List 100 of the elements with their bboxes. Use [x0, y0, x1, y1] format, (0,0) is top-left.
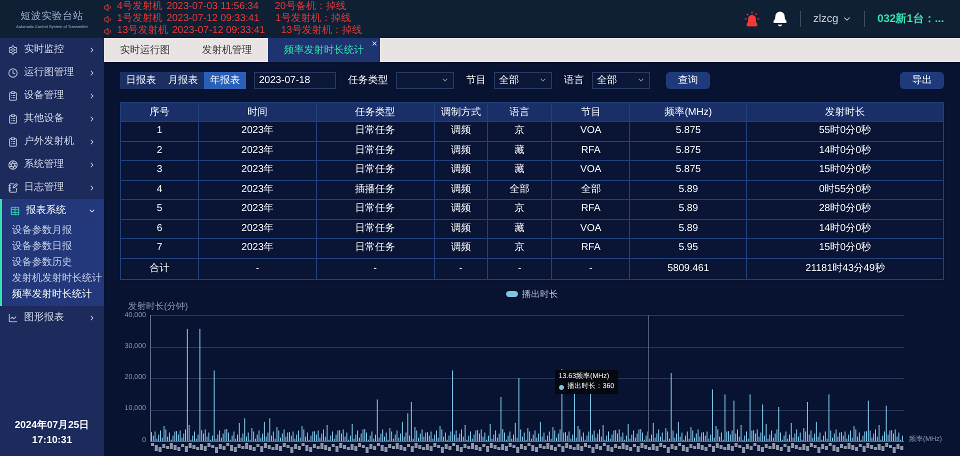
table-cell: VOA [580, 222, 602, 234]
table-cell: 京 [514, 242, 525, 254]
select-field[interactable] [396, 72, 454, 88]
table-cell: 6 [156, 222, 162, 234]
sidebar-item[interactable]: 图形报表 [0, 306, 104, 329]
total-cell: - [374, 262, 377, 274]
speaker-icon [104, 26, 113, 36]
table-cell: 5.95 [678, 242, 698, 254]
submenu-item[interactable]: 设备参数历史 [2, 254, 104, 270]
caret-icon [88, 68, 96, 76]
alarm-device: 13号发射机 [117, 25, 168, 37]
table-cell: 2023年 [241, 203, 274, 214]
tab[interactable]: 实时运行图 [104, 38, 186, 62]
table-cell: 14时0分0秒 [819, 222, 872, 234]
alarm-message: 1号发射机：掉线 [275, 13, 351, 24]
clipboard-icon [8, 136, 18, 146]
table-cell: 调频 [450, 184, 471, 195]
table-cell: 15时0分0秒 [819, 242, 872, 254]
sidebar-item[interactable]: 户外发射机 [0, 130, 104, 153]
query-button[interactable]: 查询 [666, 72, 710, 88]
table-cell: 5 [156, 203, 162, 214]
chart-icon [8, 312, 18, 322]
column-header: 序号 [150, 106, 170, 118]
table-cell: 调频 [450, 144, 471, 156]
sidebar-item[interactable]: 设备管理 [0, 84, 104, 107]
column-header: 频率(MHz) [664, 106, 712, 118]
table-cell: 调频 [450, 125, 471, 136]
date-field[interactable]: 2023-07-18 [254, 72, 336, 88]
export-button[interactable]: 导出 [900, 72, 944, 88]
alarm-message: 20号备机：掉线 [274, 1, 346, 12]
submenu-item[interactable]: 发射机发射时长统计 [2, 270, 104, 286]
table-cell: 日常任务 [355, 222, 396, 234]
legend-label: 播出时长 [522, 288, 558, 300]
table-cell: 全部 [580, 184, 601, 195]
time-label: 17:10:31 [32, 434, 72, 448]
caret-icon [88, 184, 96, 192]
date-label: 2024年07月25日 [14, 418, 90, 433]
table-cell: VOA [580, 125, 602, 136]
report-type-toggle[interactable]: 日报表 [120, 72, 162, 88]
notebook-icon [8, 182, 18, 192]
column-header: 调制方式 [440, 106, 481, 118]
aperture-icon [8, 160, 18, 170]
sidebar-item[interactable]: 实时监控 [0, 38, 104, 61]
chevron-icon [441, 76, 449, 84]
filter-label: 节目 [466, 74, 486, 88]
table-cell: 日常任务 [355, 203, 396, 214]
submenu-item[interactable]: 设备参数日报 [2, 238, 104, 254]
table-cell: 5.89 [678, 184, 698, 195]
sidebar-item[interactable]: 报表系统 [2, 199, 104, 222]
bell-icon[interactable] [772, 11, 788, 27]
select-field[interactable]: 全部 [494, 72, 552, 88]
alarm-message: 13号发射机：掉线 [280, 25, 362, 37]
alarm-device: 4号发射机 [117, 1, 163, 12]
column-header: 发射时长 [825, 106, 866, 118]
sidebar-item[interactable]: 其他设备 [0, 107, 104, 130]
table-cell: 7 [156, 242, 162, 254]
sidebar-item[interactable]: 运行图管理 [0, 61, 104, 84]
table-cell: 调频 [450, 242, 471, 254]
select-field[interactable]: 全部 [592, 72, 650, 88]
total-cell: - [459, 262, 462, 274]
logo-title: 短波实验台站 [20, 10, 84, 24]
legend-swatch [506, 291, 518, 298]
table-cell: 2023年 [241, 164, 274, 176]
total-cell: - [518, 262, 522, 274]
caret-icon [88, 160, 96, 168]
report-type-toggle[interactable]: 年报表 [204, 72, 246, 88]
sidebar-item[interactable]: 日志管理 [0, 176, 104, 199]
table-cell: 2 [156, 144, 162, 156]
table-cell: 2023年 [241, 242, 274, 254]
speaker-icon [104, 2, 113, 12]
table-cell: 2023年 [241, 144, 274, 156]
filter-label: 任务类型 [348, 74, 388, 88]
table-cell: 3 [156, 164, 162, 176]
table-icon [10, 206, 20, 216]
submenu-item[interactable]: 设备参数月报 [2, 222, 104, 238]
table-cell: 15时0分0秒 [819, 164, 872, 176]
table-cell: RFA [581, 203, 601, 214]
table-cell: 55时0分0秒 [819, 125, 872, 136]
table-cell: 日常任务 [355, 144, 396, 156]
total-cell: - [256, 262, 260, 274]
user-menu[interactable]: zlzcg [813, 10, 852, 28]
submenu-item[interactable]: 频率发射时长统计 [2, 286, 104, 302]
chevron-icon [539, 76, 547, 84]
sidebar-item[interactable]: 系统管理 [0, 153, 104, 176]
tab[interactable]: 频率发射时长统计 [268, 38, 380, 62]
table-cell: 5.89 [678, 222, 698, 234]
table-cell: 京 [514, 125, 525, 136]
station-label: 032新1台：... [877, 12, 944, 27]
table-cell: 0时55分0秒 [819, 184, 872, 195]
table-cell: 1 [156, 125, 162, 136]
siren-icon[interactable] [744, 11, 760, 27]
alarm-time: 2023-07-03 11:56:34 [166, 1, 259, 13]
clock-icon [8, 68, 18, 78]
report-type-toggle[interactable]: 月报表 [162, 72, 204, 88]
clipboard-icon [8, 114, 18, 124]
tab[interactable]: 发射机管理 [186, 38, 268, 62]
caret-icon [88, 314, 96, 322]
table-cell: 2023年 [241, 222, 274, 234]
table-cell: 28时0分0秒 [819, 203, 872, 214]
close-icon[interactable] [371, 40, 378, 47]
